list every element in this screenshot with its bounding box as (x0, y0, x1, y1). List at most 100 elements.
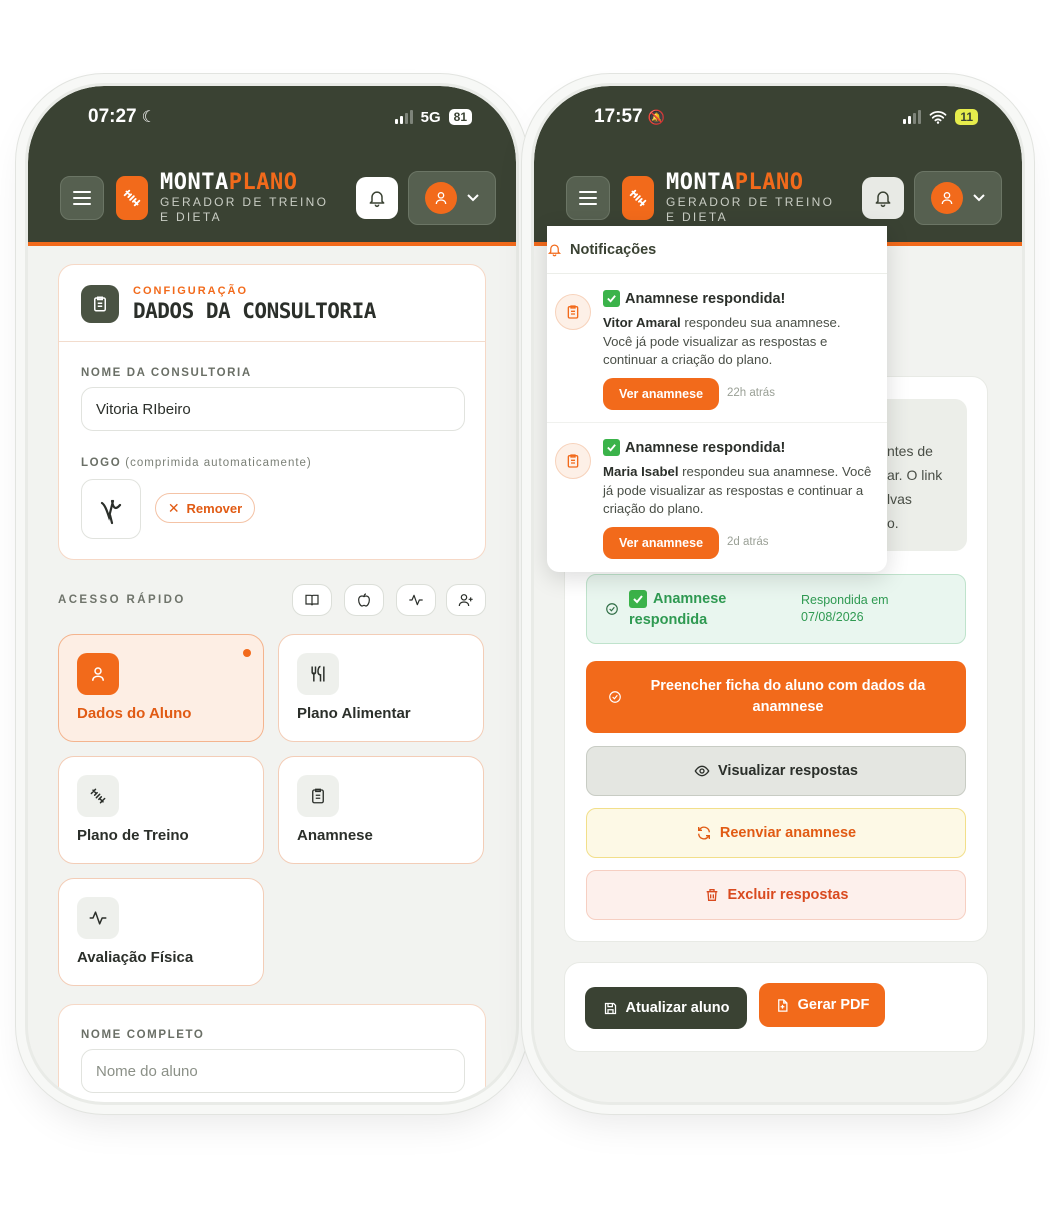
brand-title-b: PLANO (734, 170, 804, 195)
actions-card: Atualizar aluno Gerar PDF (564, 962, 988, 1052)
notifications-button[interactable] (356, 177, 398, 219)
user-plus-icon (458, 594, 473, 607)
qa-add-user-button[interactable] (446, 584, 486, 616)
update-label: Atualizar aluno (625, 1000, 730, 1016)
battery-icon: 11 (955, 109, 978, 125)
menu-button[interactable] (566, 176, 610, 220)
right-screen: 17:57 🔕 11 MONTAPLANO GERADOR DE TREINO … (534, 86, 1022, 1102)
config-title: DADOS DA CONSULTORIA (133, 299, 376, 323)
tile-student-data[interactable]: Dados do Aluno (58, 634, 264, 742)
trash-icon (706, 889, 717, 901)
menu-button[interactable] (60, 176, 104, 220)
brand-title-b: PLANO (228, 170, 298, 195)
generate-pdf-button[interactable]: Gerar PDF (759, 983, 885, 1027)
student-name: Vitor Amaral (603, 315, 681, 330)
battery-icon: 81 (448, 109, 472, 125)
info-text-fragment: o. (887, 515, 899, 531)
anamnese-status-label: Anamnese respondida (629, 591, 727, 628)
config-card: CONFIGURAÇÃO DADOS DA CONSULTORIA NOME D… (58, 264, 486, 560)
remove-label: Remover (186, 500, 243, 516)
header-row: MONTAPLANO GERADOR DE TREINO E DIETA (60, 170, 496, 226)
info-text-fragment: ntes de (887, 443, 933, 459)
signal-icon (394, 110, 413, 124)
tile-training-plan[interactable]: Plano de Treino (58, 756, 264, 864)
tile-physical-assessment[interactable]: Avaliação Física (58, 878, 264, 986)
qa-book-button[interactable] (292, 584, 332, 616)
view-answers-label: Visualizar respostas (718, 763, 858, 779)
check-circle-icon (609, 691, 621, 703)
remove-logo-button[interactable]: ✕ Remover (155, 493, 255, 523)
bell-icon (875, 191, 891, 208)
notification-title-text: Anamnese respondida! (625, 439, 786, 456)
check-icon (603, 290, 620, 307)
tile-label: Plano Alimentar (297, 705, 411, 722)
brand-subtitle: GERADOR DE TREINO E DIETA (160, 195, 329, 224)
chevron-down-icon (467, 194, 479, 202)
chevron-down-icon (973, 194, 985, 202)
brand-subtitle: GERADOR DE TREINO E DIETA (666, 195, 835, 224)
status-bar: 07:27 ☾ 5G 81 (88, 106, 472, 128)
qa-apple-button[interactable] (344, 584, 384, 616)
refresh-icon (697, 826, 710, 840)
logo-preview[interactable] (81, 479, 141, 539)
phone-left: 07:27 ☾ 5G 81 MONTAPLANO GERADOR DE TREI… (28, 86, 516, 1102)
brand-title-a: MONTA (666, 170, 735, 195)
user-icon (77, 653, 119, 695)
tile-anamnese[interactable]: Anamnese (278, 756, 484, 864)
clock: 07:27 (88, 106, 137, 127)
logo-icon (116, 176, 148, 220)
logo-label-row: LOGO (comprimida automaticamente) (81, 457, 312, 469)
user-icon (941, 192, 953, 205)
profile-button[interactable] (408, 171, 496, 225)
profile-button[interactable] (914, 171, 1002, 225)
tile-label: Plano de Treino (77, 827, 189, 844)
answered-date: 07/08/2026 (801, 610, 864, 624)
tile-label: Anamnese (297, 827, 373, 844)
notification-title-text: Anamnese respondida! (625, 290, 786, 307)
notification-body: Maria Isabel respondeu sua anamnese. Voc… (603, 463, 873, 519)
phone-right: 17:57 🔕 11 MONTAPLANO GERADOR DE TREINO … (534, 86, 1022, 1102)
update-student-button[interactable]: Atualizar aluno (585, 987, 747, 1029)
view-anamnese-button[interactable]: Ver anamnese (603, 527, 719, 559)
hamburger-icon (579, 191, 597, 205)
notification-item[interactable]: Anamnese respondida! Maria Isabel respon… (547, 425, 887, 575)
avatar (425, 182, 457, 214)
delete-label: Excluir respostas (727, 887, 849, 903)
student-card: NOME COMPLETO Nome do aluno (58, 1004, 486, 1102)
fill-form-label: Preencher ficha do aluno com dados da an… (650, 678, 926, 715)
tile-meal-plan[interactable]: Plano Alimentar (278, 634, 484, 742)
consultancy-name-input[interactable]: Vitoria RIbeiro (81, 387, 465, 431)
view-answers-button[interactable]: Visualizar respostas (586, 746, 966, 796)
brand: MONTAPLANO GERADOR DE TREINO E DIETA (160, 171, 330, 225)
pdf-label: Gerar PDF (797, 997, 870, 1013)
notifications-header: Notificações (547, 226, 887, 274)
pulse-icon (409, 594, 423, 606)
eye-icon (694, 765, 710, 777)
delete-answers-button[interactable]: Excluir respostas (586, 870, 966, 920)
info-text-fragment: ar. O link (887, 467, 943, 483)
network-label: 5G (420, 108, 441, 126)
notification-title: Anamnese respondida! (603, 290, 785, 307)
bell-off-icon: 🔕 (647, 108, 666, 125)
book-icon (305, 594, 319, 606)
qa-pulse-button[interactable] (396, 584, 436, 616)
view-anamnese-button[interactable]: Ver anamnese (603, 378, 719, 410)
signal-icon (903, 110, 922, 124)
tile-label: Dados do Aluno (77, 705, 192, 722)
fill-student-form-button[interactable]: Preencher ficha do aluno com dados da an… (586, 661, 966, 733)
notifications-title: Notificações (570, 241, 657, 258)
divider (59, 341, 485, 342)
notification-time: 22h atrás (727, 387, 775, 399)
resend-anamnese-button[interactable]: Reenviar anamnese (586, 808, 966, 858)
brand-title-a: MONTA (160, 170, 229, 195)
clipboard-icon (555, 294, 591, 330)
notifications-button[interactable] (862, 177, 904, 219)
divider (547, 422, 887, 423)
active-dot (243, 649, 251, 657)
clipboard-icon (555, 443, 591, 479)
dumbbell-icon (77, 775, 119, 817)
app-header: 17:57 🔕 11 MONTAPLANO GERADOR DE TREINO … (534, 86, 1022, 246)
full-name-input[interactable]: Nome do aluno (81, 1049, 465, 1093)
logo-hint: (comprimida automaticamente) (125, 457, 312, 469)
notification-item[interactable]: Anamnese respondida! Vitor Amaral respon… (547, 276, 887, 426)
